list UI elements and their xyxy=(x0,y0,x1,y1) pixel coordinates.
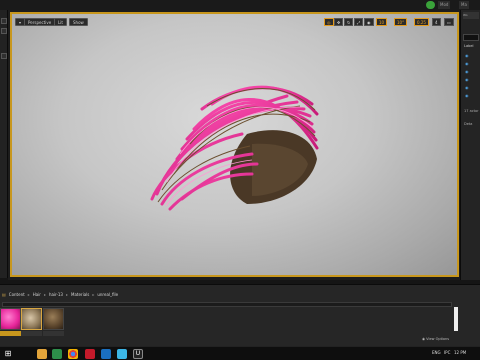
clock[interactable]: 12 PM xyxy=(454,350,466,355)
region-indicator: IPC xyxy=(444,350,451,355)
breadcrumb-separator: ▸ xyxy=(43,291,46,297)
view-options-button[interactable]: ◉ View Options xyxy=(422,337,449,341)
outliner-column-label: Label xyxy=(464,44,474,48)
unreal-engine-icon[interactable]: U xyxy=(133,349,143,359)
level-viewport[interactable]: ▾ Perspective Lit Show ◎ ✥ ↻ ⤢ ◉ 10 10° … xyxy=(10,12,459,277)
tool-icon-1[interactable] xyxy=(1,18,7,24)
play-button[interactable] xyxy=(426,1,435,9)
language-indicator[interactable]: ENG xyxy=(432,350,441,355)
os-taskbar: ⊞ U ENG IPC 12 PM xyxy=(0,346,480,360)
breadcrumb-item[interactable]: Materials xyxy=(71,292,89,297)
breadcrumb: ▤ Content ▸ Hair ▸ hair-13 ▸ Materials ▸… xyxy=(2,289,452,299)
left-toolbar xyxy=(0,10,8,278)
visibility-icon[interactable]: ◉ xyxy=(465,54,471,58)
asset-thumbnail-brown-material[interactable] xyxy=(43,308,64,330)
breadcrumb-item[interactable]: Hair xyxy=(33,292,41,297)
asset-label xyxy=(43,331,64,336)
breadcrumb-separator: ▸ xyxy=(92,291,95,297)
asset-thumbnail-pink-material[interactable] xyxy=(0,308,21,330)
asset-search-input[interactable] xyxy=(2,302,452,307)
outliner-search-input[interactable] xyxy=(463,34,479,41)
hair-mesh-render xyxy=(150,85,319,211)
top-tab-1[interactable]: Mod xyxy=(438,1,451,9)
top-tab-2[interactable]: Ma xyxy=(459,1,469,9)
app-icon-blue[interactable] xyxy=(101,349,111,359)
app-icon-lightblue[interactable] xyxy=(117,349,127,359)
app-icon-green[interactable] xyxy=(52,349,62,359)
outliner-tab[interactable]: Wo xyxy=(463,12,479,19)
content-scrollbar[interactable] xyxy=(454,307,458,331)
chrome-icon[interactable] xyxy=(68,349,78,359)
breadcrumb-item[interactable]: unreal_file xyxy=(97,292,118,297)
top-bar: Mod Ma xyxy=(0,0,480,10)
file-explorer-icon[interactable] xyxy=(37,349,47,359)
folder-icon: ▤ xyxy=(2,291,6,297)
breadcrumb-item[interactable]: Content xyxy=(9,292,25,297)
asset-label xyxy=(0,331,21,336)
breadcrumb-separator: ▸ xyxy=(65,291,68,297)
outliner-panel: Wo Label ◉ ◉ ◉ ◉ ◉ ◉ 17 actor Deta xyxy=(460,10,480,280)
details-tab[interactable]: Deta xyxy=(464,122,472,126)
content-browser: ▤ Content ▸ Hair ▸ hair-13 ▸ Materials ▸… xyxy=(0,284,480,346)
visibility-icon[interactable]: ◉ xyxy=(465,70,471,74)
visibility-icon[interactable]: ◉ xyxy=(465,78,471,82)
tool-icon-2[interactable] xyxy=(1,28,7,34)
opera-icon[interactable] xyxy=(85,349,95,359)
view-options-label: View Options xyxy=(426,337,450,341)
asset-label xyxy=(21,331,42,336)
breadcrumb-separator: ▸ xyxy=(27,291,30,297)
editor-window: Mod Ma ▾ Perspective Lit Show ◎ ✥ ↻ ⤢ ◉ … xyxy=(0,0,480,360)
breadcrumb-item[interactable]: hair-13 xyxy=(49,292,63,297)
visibility-icon[interactable]: ◉ xyxy=(465,86,471,90)
asset-thumbnail-hair-material[interactable] xyxy=(21,308,42,330)
visibility-icon[interactable]: ◉ xyxy=(465,94,471,98)
start-menu-icon[interactable]: ⊞ xyxy=(3,349,13,359)
visibility-icon[interactable]: ◉ xyxy=(465,62,471,66)
actor-count: 17 actor xyxy=(464,109,479,113)
tool-icon-3[interactable] xyxy=(1,53,7,59)
